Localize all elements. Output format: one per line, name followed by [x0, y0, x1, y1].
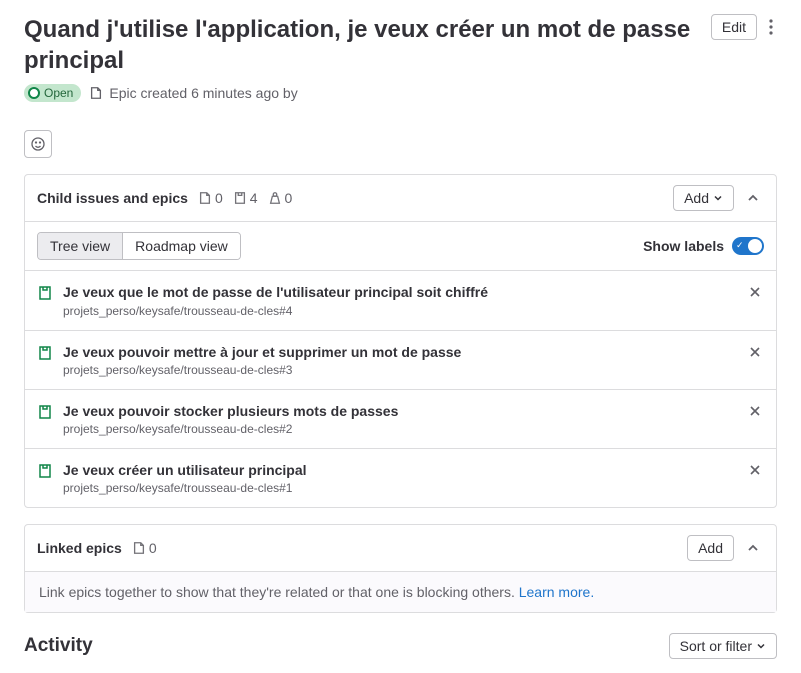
learn-more-link[interactable]: Learn more.	[519, 584, 594, 600]
status-badge: Open	[24, 84, 81, 102]
sort-filter-label: Sort or filter	[680, 639, 752, 653]
epic-count-icon	[198, 191, 212, 205]
add-linked-button[interactable]: Add	[687, 535, 734, 561]
activity-title: Activity	[24, 635, 93, 657]
remove-child-button[interactable]	[746, 402, 764, 420]
chevron-down-icon	[756, 641, 766, 651]
child-issue-count-value: 4	[250, 190, 258, 206]
overflow-menu-button[interactable]	[765, 15, 777, 39]
status-dot-icon	[28, 87, 40, 99]
issue-open-icon	[37, 404, 53, 420]
emoji-icon	[30, 136, 46, 152]
child-item-path[interactable]: projets_perso/keysafe/trousseau-de-cles#…	[63, 363, 736, 377]
linked-epics-card: Linked epics 0 Add Link epics together t…	[24, 524, 777, 613]
child-item-title[interactable]: Je veux que le mot de passe de l'utilisa…	[63, 283, 736, 301]
child-issue-count: 4	[233, 190, 258, 206]
close-icon	[748, 345, 762, 359]
list-item: Je veux créer un utilisateur principal p…	[25, 448, 776, 507]
show-labels-label: Show labels	[643, 238, 724, 254]
page-title: Quand j'utilise l'application, je veux c…	[24, 14, 699, 76]
close-icon	[748, 463, 762, 477]
issue-open-icon	[37, 285, 53, 301]
epic-meta: Epic created 6 minutes ago by	[89, 85, 297, 101]
child-item-path[interactable]: projets_perso/keysafe/trousseau-de-cles#…	[63, 422, 736, 436]
edit-button[interactable]: Edit	[711, 14, 757, 40]
chevron-down-icon	[713, 193, 723, 203]
child-weight-count: 0	[268, 190, 293, 206]
roadmap-view-tab[interactable]: Roadmap view	[122, 233, 240, 259]
child-item-path[interactable]: projets_perso/keysafe/trousseau-de-cles#…	[63, 481, 736, 495]
check-icon: ✓	[736, 240, 744, 251]
epic-icon	[89, 86, 103, 100]
collapse-children-button[interactable]	[742, 187, 764, 209]
linked-help-text: Link epics together to show that they're…	[25, 571, 776, 612]
child-issues-card: Child issues and epics 0 4 0 Add	[24, 174, 777, 508]
list-item: Je veux pouvoir mettre à jour et supprim…	[25, 330, 776, 389]
remove-child-button[interactable]	[746, 283, 764, 301]
issue-open-icon	[37, 463, 53, 479]
list-item: Je veux pouvoir stocker plusieurs mots d…	[25, 389, 776, 448]
linked-epics-title: Linked epics	[37, 540, 122, 556]
child-item-title[interactable]: Je veux pouvoir mettre à jour et supprim…	[63, 343, 736, 361]
chevron-up-icon	[746, 541, 760, 555]
remove-child-button[interactable]	[746, 461, 764, 479]
child-epic-count: 0	[198, 190, 223, 206]
child-list: Je veux que le mot de passe de l'utilisa…	[25, 270, 776, 507]
add-child-button[interactable]: Add	[673, 185, 734, 211]
view-segmented: Tree view Roadmap view	[37, 232, 241, 260]
chevron-up-icon	[746, 191, 760, 205]
collapse-linked-button[interactable]	[742, 537, 764, 559]
issue-count-icon	[233, 191, 247, 205]
tree-view-tab[interactable]: Tree view	[38, 233, 122, 259]
linked-epic-count: 0	[132, 540, 157, 556]
sort-filter-button[interactable]: Sort or filter	[669, 633, 777, 659]
epic-meta-text: Epic created 6 minutes ago by	[109, 85, 297, 101]
child-item-title[interactable]: Je veux créer un utilisateur principal	[63, 461, 736, 479]
remove-child-button[interactable]	[746, 343, 764, 361]
child-issues-title: Child issues and epics	[37, 190, 188, 206]
child-epic-count-value: 0	[215, 190, 223, 206]
kebab-icon	[769, 19, 773, 35]
close-icon	[748, 285, 762, 299]
child-item-title[interactable]: Je veux pouvoir stocker plusieurs mots d…	[63, 402, 736, 420]
add-reaction-button[interactable]	[24, 130, 52, 158]
child-item-path[interactable]: projets_perso/keysafe/trousseau-de-cles#…	[63, 304, 736, 318]
add-child-label: Add	[684, 191, 709, 205]
issue-open-icon	[37, 345, 53, 361]
linked-help-text-body: Link epics together to show that they're…	[39, 584, 519, 600]
list-item: Je veux que le mot de passe de l'utilisa…	[25, 270, 776, 329]
show-labels-toggle[interactable]: ✓	[732, 237, 764, 255]
close-icon	[748, 404, 762, 418]
weight-icon	[268, 191, 282, 205]
epic-count-icon	[132, 541, 146, 555]
linked-epic-count-value: 0	[149, 540, 157, 556]
status-badge-label: Open	[44, 86, 73, 100]
child-weight-count-value: 0	[285, 190, 293, 206]
